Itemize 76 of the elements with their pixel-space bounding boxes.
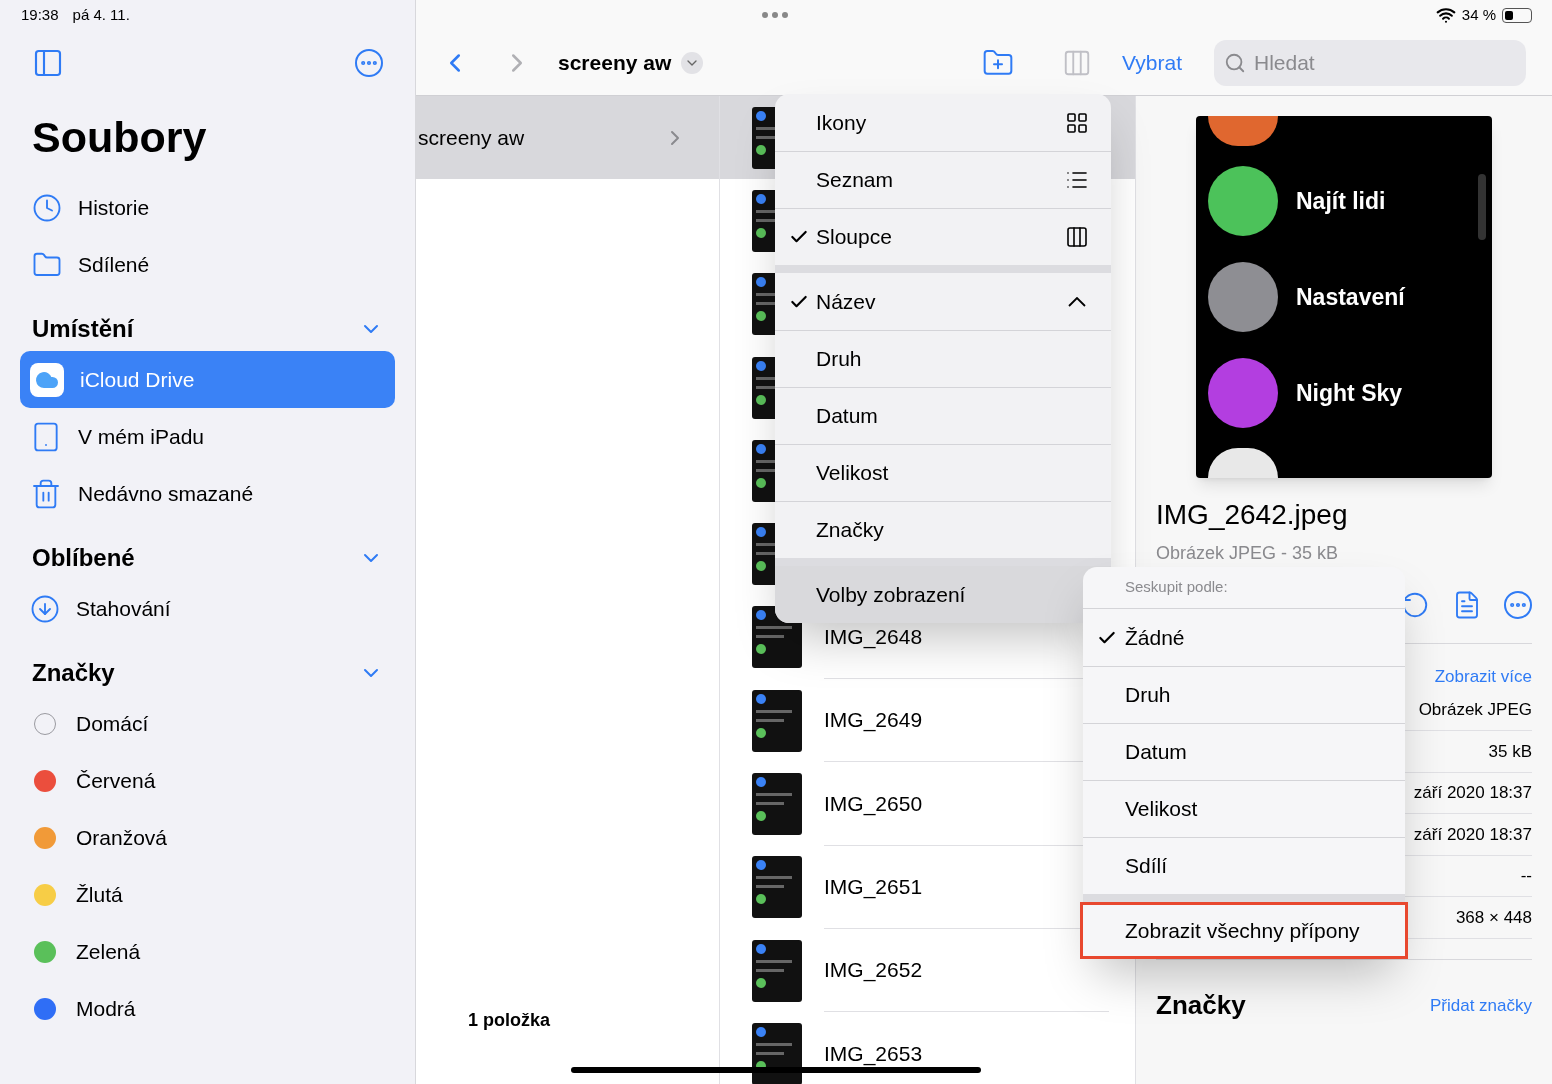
menu-item[interactable]: Zobrazit všechny přípony <box>1080 902 1408 959</box>
battery-icon <box>1502 7 1532 23</box>
menu-header: Seskupit podle: <box>1083 567 1405 609</box>
select-button[interactable]: Vybrat <box>1122 46 1182 79</box>
more-icon[interactable] <box>355 49 383 77</box>
section-header: Umístění <box>32 314 134 344</box>
menu-item[interactable]: Velikost <box>1083 780 1405 837</box>
cloud-icon <box>30 362 64 397</box>
menu-item[interactable]: Datum <box>1083 723 1405 780</box>
section-header: Značky <box>32 658 115 688</box>
status-date: pá 4. 11. <box>72 4 130 25</box>
item-count: 1 položka <box>468 1009 551 1032</box>
file-name: IMG_2642.jpeg <box>1156 498 1348 532</box>
menu-item[interactable]: Velikost <box>775 444 1111 501</box>
menu-item[interactable]: Druh <box>1083 666 1405 723</box>
clock-icon <box>32 192 62 223</box>
info-value: 35 kB <box>1488 740 1532 763</box>
file-subtitle: Obrázek JPEG - 35 kB <box>1156 542 1339 565</box>
info-value: září 2020 18:37 <box>1413 782 1532 805</box>
trash-icon <box>30 477 62 510</box>
app-label: Night Sky <box>1296 378 1403 408</box>
grid-icon <box>1065 110 1089 135</box>
image-thumbnail <box>752 939 802 1002</box>
image-thumbnail <box>752 773 802 835</box>
title-menu-icon[interactable] <box>681 51 704 74</box>
sidebar-item[interactable]: iCloud Drive <box>20 351 395 408</box>
sidebar-item[interactable]: Domácí <box>20 695 395 752</box>
sidebar-title: Soubory <box>31 116 208 159</box>
info-value: září 2020 18:37 <box>1413 823 1532 846</box>
menu-item[interactable]: Sloupce <box>775 208 1111 265</box>
sidebar-item[interactable]: Modrá <box>20 980 395 1037</box>
menu-item[interactable]: Seznam <box>775 151 1111 208</box>
columns-icon <box>1065 225 1089 249</box>
menu-item[interactable]: Značky <box>775 501 1111 558</box>
sidebar-item[interactable]: Červená <box>20 752 395 809</box>
sidebar-item[interactable]: Sdílené <box>20 236 395 293</box>
chevron-up-icon <box>1068 296 1086 307</box>
battery-percent: 34 % <box>1461 4 1496 25</box>
sidebar-item[interactable]: Historie <box>20 179 395 236</box>
download-icon <box>30 593 60 624</box>
sidebar-item[interactable]: Zelená <box>20 923 395 980</box>
menu-item[interactable]: Sdílí <box>1083 837 1405 894</box>
search-field[interactable]: Hledat <box>1214 39 1526 86</box>
sidebar-item[interactable]: Nedávno smazané <box>20 465 395 522</box>
menu-item[interactable]: Volby zobrazení <box>775 566 1111 623</box>
scroll-indicator <box>1478 174 1486 240</box>
multitasking-dots-icon[interactable] <box>762 12 788 18</box>
tags-heading: Značky <box>1156 989 1246 1023</box>
info-value: 368 × 448 <box>1455 907 1532 929</box>
app-icon <box>1208 116 1278 146</box>
info-value: -- <box>1520 865 1532 888</box>
folder-row[interactable]: screeny aw <box>416 96 719 179</box>
menu-item[interactable]: Název <box>775 273 1111 330</box>
image-thumbnail <box>752 689 802 752</box>
app-icon <box>1208 448 1278 478</box>
sidebar-toggle-icon[interactable] <box>32 47 64 79</box>
menu-item[interactable]: Datum <box>775 387 1111 444</box>
app-label: Najít lidi <box>1296 186 1386 216</box>
image-thumbnail <box>752 856 802 919</box>
sidebar-item[interactable]: V mém iPadu <box>20 408 395 465</box>
sidebar-item[interactable]: Žlutá <box>20 866 395 923</box>
image-thumbnail <box>752 1022 802 1084</box>
sidebar-item[interactable]: Oranžová <box>20 809 395 866</box>
status-time: 19:38 <box>21 4 59 25</box>
more-icon[interactable] <box>1504 591 1532 619</box>
menu-item[interactable]: Druh <box>775 330 1111 387</box>
section-header: Oblíbené <box>32 543 135 573</box>
info-value: Obrázek JPEG <box>1418 699 1532 722</box>
app-label: Nastavení <box>1296 282 1405 312</box>
sidebar-item[interactable]: Stahování <box>20 580 395 637</box>
add-tags-link[interactable]: Přidat značky <box>1429 992 1532 1019</box>
show-more-link[interactable]: Zobrazit více <box>1434 664 1532 690</box>
folder-title: screeny aw <box>558 49 672 76</box>
wifi-icon <box>1435 5 1456 25</box>
search-icon <box>1224 51 1246 74</box>
menu-item[interactable]: Ikony <box>775 94 1111 151</box>
